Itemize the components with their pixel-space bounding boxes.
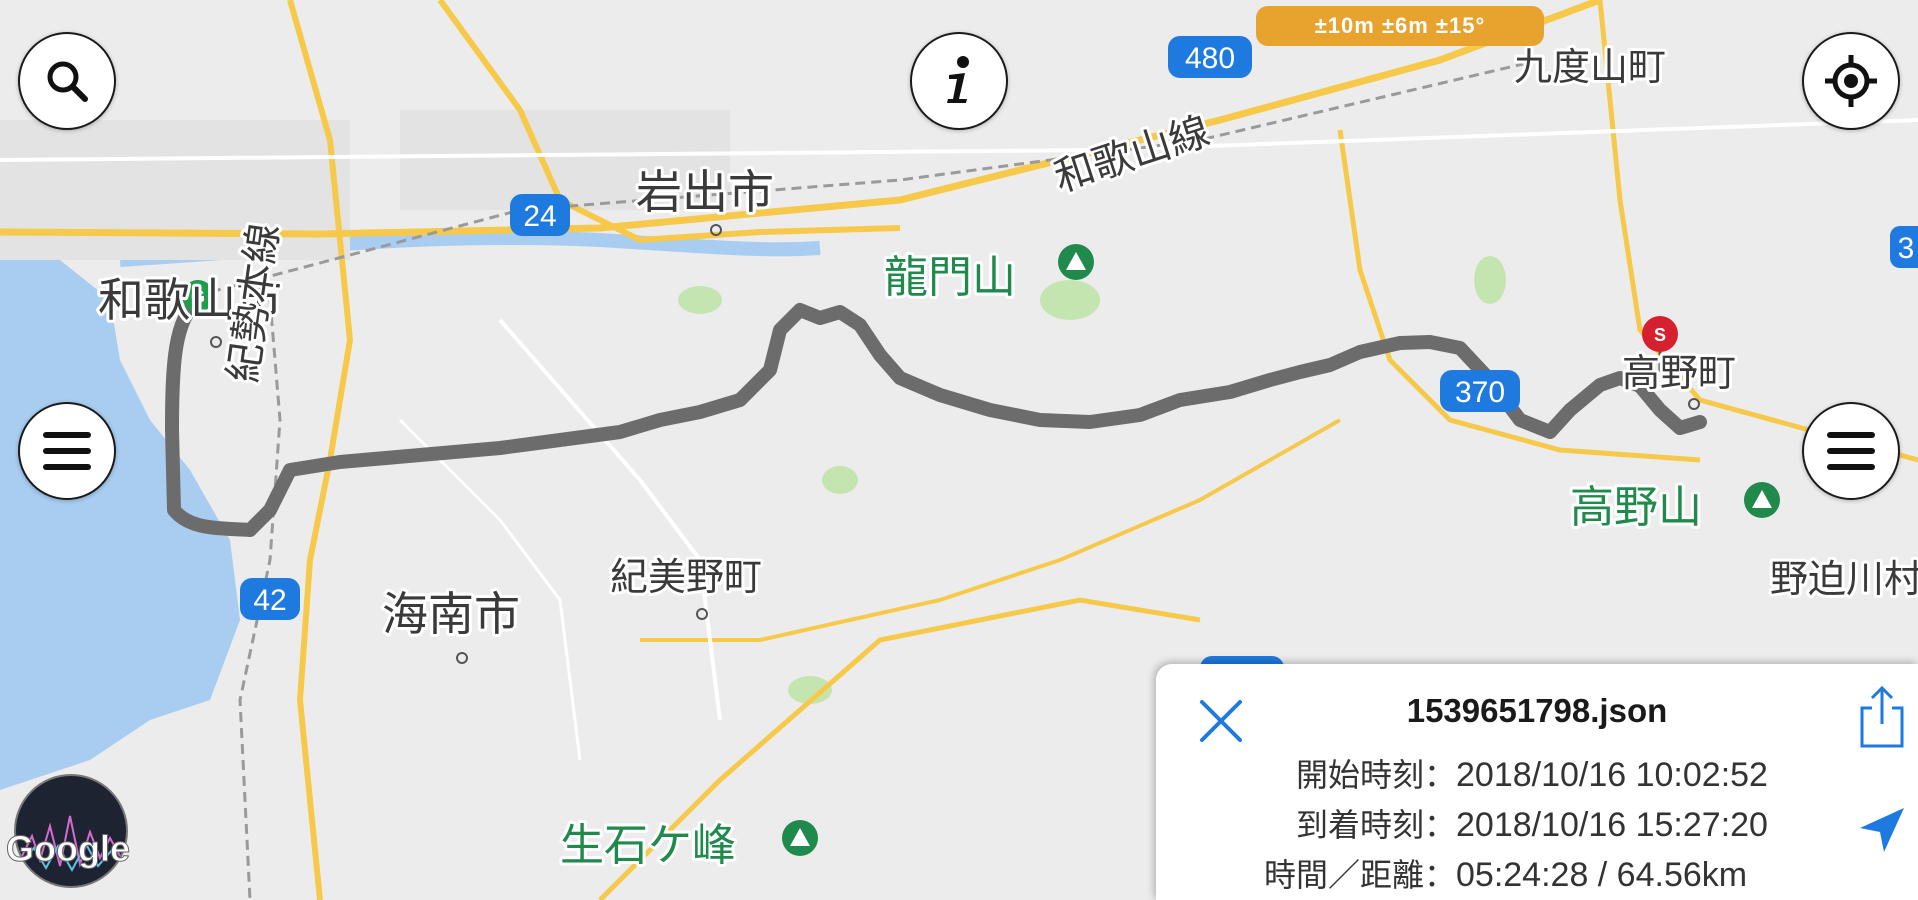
hamburger-icon (1827, 432, 1875, 470)
route-shield: 42 (240, 578, 300, 620)
start-time-label: 開始時刻： (1295, 756, 1456, 794)
mountain-marker (1744, 482, 1780, 518)
navigation-arrow-icon[interactable] (1856, 804, 1908, 856)
menu-button-right[interactable] (1802, 402, 1900, 500)
crosshair-icon (1825, 55, 1877, 107)
locate-button[interactable] (1802, 32, 1900, 130)
svg-text:42: 42 (253, 584, 286, 617)
accuracy-badge: ±10m ±6m ±15° (1256, 6, 1544, 46)
route-shield: 370 (1440, 370, 1520, 412)
hamburger-icon (43, 432, 91, 470)
place-label: 野迫川村 (1770, 557, 1918, 601)
start-pin-label: S (1654, 325, 1666, 345)
track-info-panel: 1539651798.json 開始時刻：2018/10/16 10:02:52… (1156, 664, 1918, 900)
menu-button-left[interactable] (18, 402, 116, 500)
mountain-label: 龍門山 (884, 252, 1016, 303)
arrival-time-value: 2018/10/16 15:27:20 (1456, 806, 1768, 844)
arrival-time-label: 到着時刻： (1295, 806, 1456, 844)
park-area (1474, 256, 1506, 304)
mountain-marker (782, 820, 818, 856)
park-area (822, 466, 858, 494)
duration-distance-label: 時間／距離： (1263, 856, 1456, 894)
park-area (678, 286, 722, 314)
search-button[interactable] (18, 32, 116, 130)
route-shield: 480 (1168, 36, 1252, 78)
duration-distance-value: 05:24:28 / 64.56km (1456, 856, 1748, 894)
svg-text:24: 24 (523, 200, 556, 233)
place-label: 紀美野町 (610, 555, 762, 599)
urban-area (0, 120, 350, 260)
place-label: 海南市 (382, 587, 520, 641)
mountain-label: 生石ケ峰 (560, 820, 736, 871)
route-shield: 3 (1890, 226, 1918, 268)
google-attribution: Google (6, 828, 131, 870)
arrival-time-row: 到着時刻：2018/10/16 15:27:20 (1226, 800, 1826, 846)
start-time-row: 開始時刻：2018/10/16 10:02:52 (1226, 750, 1826, 796)
share-icon[interactable] (1856, 684, 1908, 750)
mountain-label: 高野山 (1570, 482, 1702, 533)
info-icon (947, 56, 969, 103)
track-filename: 1539651798.json (1406, 692, 1668, 729)
route-shield: 24 (510, 194, 570, 236)
svg-text:480: 480 (1185, 42, 1235, 75)
start-time-value: 2018/10/16 10:02:52 (1456, 756, 1768, 794)
place-label: 九度山町 (1514, 45, 1666, 89)
place-label: 高野町 (1622, 351, 1736, 395)
search-icon (47, 61, 88, 102)
park-area (1040, 280, 1100, 320)
svg-text:3: 3 (1898, 232, 1915, 265)
info-button[interactable] (910, 32, 1008, 130)
duration-distance-row: 時間／距離：05:24:28 / 64.56km (1226, 850, 1826, 896)
svg-text:370: 370 (1455, 376, 1505, 409)
mountain-marker (1058, 244, 1094, 280)
place-label: 岩出市 (636, 165, 774, 219)
